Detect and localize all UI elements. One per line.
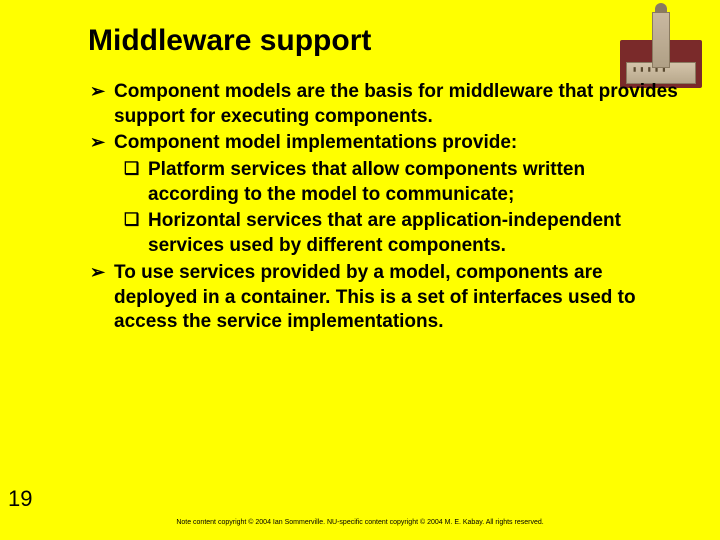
sub-bullet-item: Platform services that allow components …	[124, 158, 680, 207]
slide-content: Component models are the basis for middl…	[90, 80, 680, 335]
slide: Middleware support Component models are …	[0, 0, 720, 540]
bullet-item: Component models are the basis for middl…	[90, 80, 680, 129]
bullet-item: Component model implementations provide:	[90, 131, 680, 156]
bullet-item: To use services provided by a model, com…	[90, 261, 680, 335]
page-number: 19	[8, 486, 32, 512]
slide-title: Middleware support	[88, 24, 680, 58]
footer-copyright: Note content copyright © 2004 Ian Sommer…	[0, 519, 720, 526]
sub-bullet-item: Horizontal services that are application…	[124, 209, 680, 258]
institution-logo	[620, 6, 702, 88]
